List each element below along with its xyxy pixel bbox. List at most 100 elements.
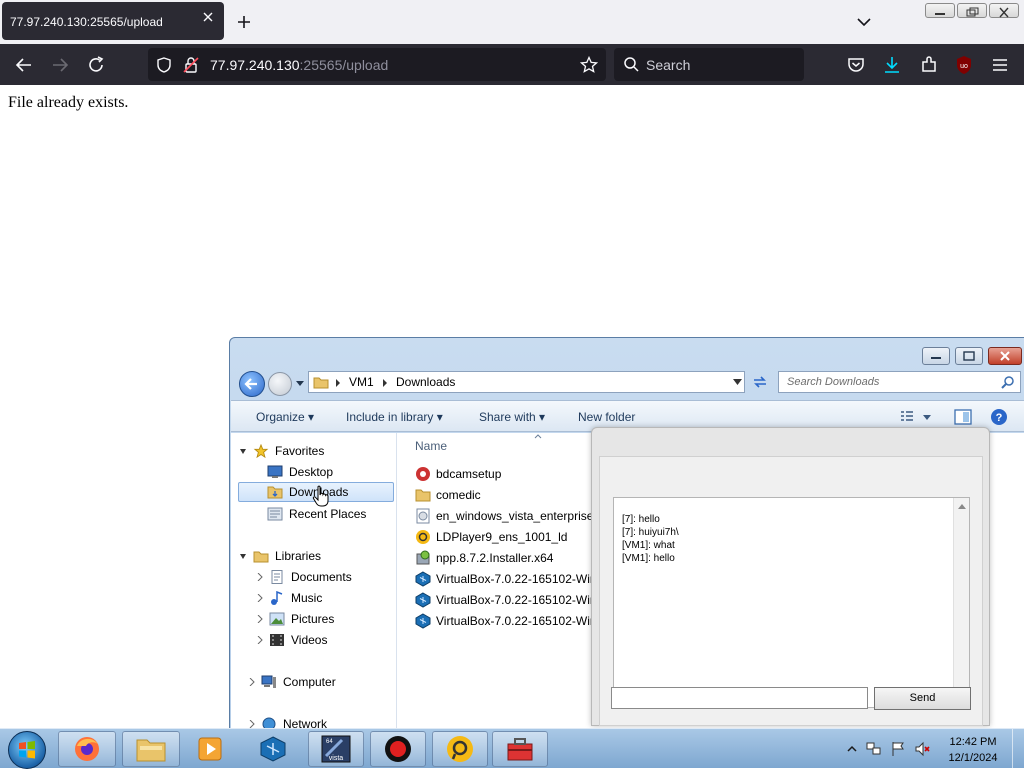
minimize-button[interactable] [925,3,955,18]
bdcam-icon [416,467,430,481]
virtualbox-icon [415,571,431,587]
explorer-search-input[interactable]: Search Downloads [778,371,1021,393]
collapse-arrow-icon[interactable] [257,573,263,581]
vista-64-icon: vista 64 [321,735,351,763]
collapse-arrow-icon[interactable] [249,678,255,686]
virtualbox-icon [415,592,431,608]
explorer-close-button[interactable] [988,347,1022,365]
url-bar[interactable]: 77.97.240.130:25565/upload [148,48,606,81]
reload-icon[interactable] [85,54,107,76]
file-row[interactable]: VirtualBox-7.0.22-165102-Win [415,590,595,610]
taskbar-media-player[interactable] [182,731,238,767]
installer-icon [416,550,430,565]
file-row[interactable]: en_windows_vista_enterprise_ [415,506,595,526]
file-row[interactable]: npp.8.7.2.Installer.x64 [415,548,595,568]
show-hidden-icons-icon[interactable] [844,741,860,757]
share-with-menu[interactable]: Share with ▾ [479,410,545,424]
send-button[interactable]: Send [874,687,971,710]
nav-computer[interactable]: Computer [249,672,336,692]
virtualbox-icon [260,736,286,762]
file-row[interactable]: VirtualBox-7.0.22-165102-Win [415,569,595,589]
taskbar-toolbox[interactable] [492,731,548,767]
system-clock[interactable]: 12:42 PM 12/1/2024 [938,734,1008,766]
shield-icon[interactable] [155,56,173,74]
explorer-forward-button[interactable] [268,372,292,396]
scroll-up-icon[interactable] [958,504,966,509]
close-window-button[interactable] [989,3,1019,18]
preview-pane-icon[interactable] [954,409,972,425]
nav-libraries[interactable]: Libraries [239,546,321,566]
nav-music[interactable]: Music [257,588,322,608]
nav-favorites[interactable]: Favorites [239,441,324,461]
expand-arrow-icon[interactable] [239,447,247,455]
taskbar-firefox[interactable] [58,731,116,767]
expand-arrow-icon[interactable] [239,552,247,560]
explorer-maximize-button[interactable] [955,347,983,365]
navigation-pane: Favorites Desktop Downloads Recent Place… [231,433,397,738]
search-bar[interactable]: Search [614,48,804,81]
chat-scrollbar[interactable] [953,498,969,707]
tab-upload[interactable]: 77.97.240.130:25565/upload [2,2,224,40]
include-in-library-menu[interactable]: Include in library ▾ [346,410,443,424]
new-folder-button[interactable]: New folder [578,410,635,424]
recent-pages-chevron-icon[interactable] [295,380,305,388]
volume-muted-icon[interactable] [914,741,930,757]
taskbar-vista-64[interactable]: vista 64 [308,731,364,767]
close-tab-icon[interactable] [201,10,215,24]
folder-icon [313,377,329,389]
explorer-minimize-button[interactable] [922,347,950,365]
view-options-icon[interactable] [899,410,933,424]
file-row[interactable]: VirtualBox-7.0.22-165102-Win [415,611,595,631]
explorer-back-button[interactable] [239,371,265,397]
nav-documents[interactable]: Documents [257,567,352,587]
show-desktop-button[interactable] [1012,729,1024,769]
ublock-icon[interactable]: uo [953,54,975,76]
address-bar[interactable]: VM1 Downloads [308,371,745,393]
chat-message-input[interactable] [611,687,868,709]
disc-image-icon [416,508,430,524]
file-row[interactable]: LDPlayer9_ens_1001_ld [415,527,595,547]
chevron-down-icon[interactable] [854,12,874,32]
folder-icon [415,489,431,502]
nav-pictures[interactable]: Pictures [257,609,334,629]
nav-videos[interactable]: Videos [257,630,327,650]
file-name: LDPlayer9_ens_1001_ld [436,530,568,544]
back-icon[interactable] [13,54,35,76]
breadcrumb-vm1[interactable]: VM1 [349,375,374,389]
nav-recent-places[interactable]: Recent Places [267,504,366,524]
refresh-icon[interactable] [750,373,770,391]
computer-icon [261,675,276,688]
taskbar-explorer[interactable] [122,731,180,767]
collapse-arrow-icon[interactable] [249,720,255,728]
restore-button[interactable] [957,3,987,18]
insecure-lock-icon[interactable] [182,56,200,74]
taskbar-ldplayer[interactable] [432,731,488,767]
nav-computer-label: Computer [283,675,336,689]
file-row[interactable]: bdcamsetup [415,464,595,484]
forward-icon[interactable] [49,54,71,76]
nav-desktop[interactable]: Desktop [267,462,333,482]
collapse-arrow-icon[interactable] [257,594,263,602]
column-header-name[interactable]: Name [415,439,447,453]
menu-icon[interactable] [989,54,1011,76]
pocket-icon[interactable] [845,54,867,76]
address-dropdown-icon[interactable] [733,379,742,386]
extensions-icon[interactable] [918,54,940,76]
breadcrumb-downloads[interactable]: Downloads [396,375,455,389]
taskbar-recorder[interactable] [370,731,426,767]
new-tab-icon[interactable] [234,12,254,32]
help-icon[interactable]: ? [990,408,1008,426]
download-icon[interactable] [881,54,903,76]
minimize-icon [931,357,941,359]
record-icon [385,736,411,762]
collapse-arrow-icon[interactable] [257,615,263,623]
search-placeholder: Search [646,57,691,73]
taskbar-virtualbox[interactable] [245,731,301,767]
bookmark-star-icon[interactable] [580,56,598,74]
action-center-flag-icon[interactable] [890,741,906,757]
organize-menu[interactable]: Organize ▾ [256,410,314,424]
collapse-arrow-icon[interactable] [257,636,263,644]
file-row[interactable]: comedic [415,485,595,505]
network-tray-icon[interactable] [866,741,882,757]
start-button[interactable] [8,731,46,769]
